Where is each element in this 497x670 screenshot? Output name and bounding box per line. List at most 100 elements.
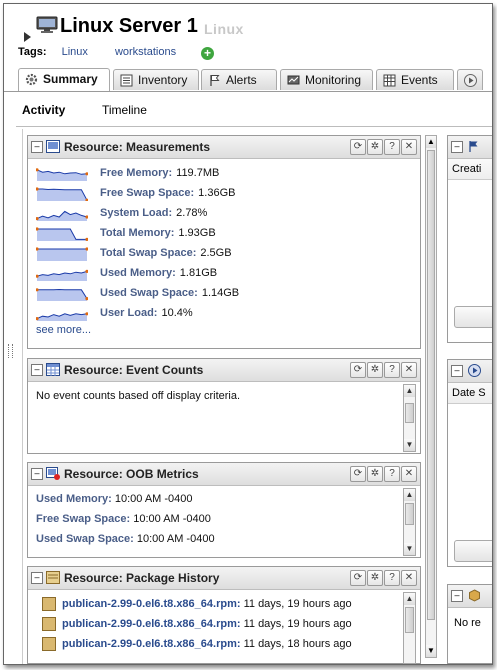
expand-arrow-icon[interactable] — [24, 32, 31, 42]
alerts-footer-button[interactable] — [454, 306, 492, 328]
measurement-label[interactable]: Free Swap Space: 1.36GB — [100, 187, 235, 199]
portlet-header: – Resource: OOB Metrics ⟳ ✲? ✕ — [28, 463, 420, 486]
help-icon[interactable]: ? — [384, 466, 400, 482]
scroll-down-icon[interactable]: ▼ — [426, 645, 436, 657]
tag-linux[interactable]: Linux — [62, 46, 88, 58]
subtab-bar: Activity Timeline — [16, 94, 492, 127]
measurement-name[interactable]: Free Memory: — [100, 167, 172, 179]
measurement-name[interactable]: Free Swap Space: — [100, 187, 194, 199]
column-header-date[interactable]: Date S — [448, 383, 492, 404]
scroll-thumb[interactable] — [405, 403, 414, 423]
minimize-button[interactable]: – — [451, 141, 463, 153]
close-icon[interactable]: ✕ — [401, 139, 417, 155]
sparkline-chart[interactable] — [36, 285, 88, 301]
oob-label[interactable]: Free Swap Space: — [36, 513, 130, 525]
play-circle-icon — [468, 364, 481, 377]
scroll-up-icon[interactable]: ▲ — [404, 489, 415, 501]
scroll-up-icon[interactable]: ▲ — [426, 136, 436, 148]
operations-footer-button[interactable] — [454, 540, 492, 562]
scroll-thumb[interactable] — [405, 607, 414, 633]
sparkline-chart[interactable] — [36, 225, 88, 241]
package-name[interactable]: publican-2.99-0.el6.t8.x86_64.rpm: — [62, 598, 241, 610]
minimize-button[interactable]: – — [31, 364, 43, 376]
measurement-label[interactable]: User Load: 10.4% — [100, 307, 193, 319]
tab-monitoring[interactable]: Monitoring — [280, 69, 373, 90]
package-name[interactable]: publican-2.99-0.el6.t8.x86_64.rpm: — [62, 638, 241, 650]
portlet-title: Resource: Package History — [64, 571, 220, 585]
refresh-icon[interactable]: ⟳ — [350, 466, 366, 482]
sparkline-chart[interactable] — [36, 185, 88, 201]
tab-events[interactable]: Events — [376, 69, 454, 90]
scroll-up-icon[interactable]: ▲ — [404, 593, 415, 605]
vertical-scrollbar[interactable]: ▲ — [403, 592, 416, 664]
help-icon[interactable]: ? — [384, 570, 400, 586]
server-monitor-icon — [36, 16, 58, 33]
minimize-button[interactable]: – — [31, 572, 43, 584]
minimize-button[interactable]: – — [451, 365, 463, 377]
close-icon[interactable]: ✕ — [401, 466, 417, 482]
measurement-name[interactable]: Used Swap Space: — [100, 287, 198, 299]
close-icon[interactable]: ✕ — [401, 570, 417, 586]
measurement-label[interactable]: Free Memory: 119.7MB — [100, 167, 219, 179]
oob-label[interactable]: Used Swap Space: — [36, 533, 134, 545]
oob-label[interactable]: Used Memory: — [36, 493, 112, 505]
measurement-name[interactable]: Total Swap Space: — [100, 247, 196, 259]
settings-icon[interactable]: ✲ — [367, 466, 383, 482]
package-name[interactable]: publican-2.99-0.el6.t8.x86_64.rpm: — [62, 618, 241, 630]
sparkline-chart[interactable] — [36, 245, 88, 261]
package-icon — [42, 637, 56, 651]
add-tag-icon[interactable]: + — [201, 47, 214, 60]
column-header-creation[interactable]: Creati — [448, 159, 492, 180]
measurement-name[interactable]: Total Memory: — [100, 227, 174, 239]
vertical-scrollbar[interactable]: ▲ ▼ — [403, 384, 416, 452]
tab-summary[interactable]: Summary — [18, 68, 110, 91]
events-icon — [383, 74, 396, 87]
tag-workstations[interactable]: workstations — [115, 46, 176, 58]
tab-inventory[interactable]: Inventory — [113, 69, 199, 90]
settings-icon[interactable]: ✲ — [367, 362, 383, 378]
scroll-up-icon[interactable]: ▲ — [404, 385, 415, 397]
sparkline-chart[interactable] — [36, 265, 88, 281]
minimize-button[interactable]: – — [31, 468, 43, 480]
tab-scroll-next[interactable] — [457, 69, 483, 90]
scroll-down-icon[interactable]: ▼ — [404, 543, 415, 555]
gear-icon — [25, 73, 38, 86]
sparkline-chart[interactable] — [36, 305, 88, 321]
refresh-icon[interactable]: ⟳ — [350, 570, 366, 586]
scroll-thumb[interactable] — [427, 150, 435, 620]
tags-row: Tags: Linux workstations — [18, 46, 200, 58]
settings-icon[interactable]: ✲ — [367, 139, 383, 155]
scroll-down-icon[interactable]: ▼ — [404, 439, 415, 451]
scroll-thumb[interactable] — [405, 503, 414, 525]
column-scrollbar[interactable]: ▲ ▼ — [425, 135, 437, 658]
subtab-timeline[interactable]: Timeline — [102, 103, 147, 117]
oob-value: 10:00 AM -0400 — [114, 493, 193, 505]
measurement-label[interactable]: Used Memory: 1.81GB — [100, 267, 217, 279]
vertical-scrollbar[interactable]: ▲ ▼ — [403, 488, 416, 556]
sparkline-chart[interactable] — [36, 205, 88, 221]
measurement-row: System Load: 2.78% — [36, 205, 396, 225]
measurements-icon — [46, 140, 60, 153]
help-icon[interactable]: ? — [384, 139, 400, 155]
sparkline-chart[interactable] — [36, 165, 88, 181]
help-icon[interactable]: ? — [384, 362, 400, 378]
measurement-label[interactable]: System Load: 2.78% — [100, 207, 207, 219]
refresh-icon[interactable]: ⟳ — [350, 139, 366, 155]
flag-icon — [210, 75, 220, 86]
minimize-button[interactable]: – — [31, 141, 43, 153]
measurement-label[interactable]: Total Memory: 1.93GB — [100, 227, 216, 239]
resize-grip-icon[interactable] — [8, 344, 13, 358]
refresh-icon[interactable]: ⟳ — [350, 362, 366, 378]
see-more-link[interactable]: see more... — [36, 324, 91, 336]
measurement-label[interactable]: Total Swap Space: 2.5GB — [100, 247, 232, 259]
measurement-name[interactable]: System Load: — [100, 207, 172, 219]
minimize-button[interactable]: – — [451, 590, 463, 602]
tab-alerts[interactable]: Alerts — [201, 69, 277, 90]
measurement-label[interactable]: Used Swap Space: 1.14GB — [100, 287, 239, 299]
measurement-value: 1.36GB — [198, 187, 236, 199]
close-icon[interactable]: ✕ — [401, 362, 417, 378]
settings-icon[interactable]: ✲ — [367, 570, 383, 586]
measurement-name[interactable]: User Load: — [100, 307, 157, 319]
measurement-name[interactable]: Used Memory: — [100, 267, 176, 279]
subtab-activity[interactable]: Activity — [22, 103, 65, 117]
